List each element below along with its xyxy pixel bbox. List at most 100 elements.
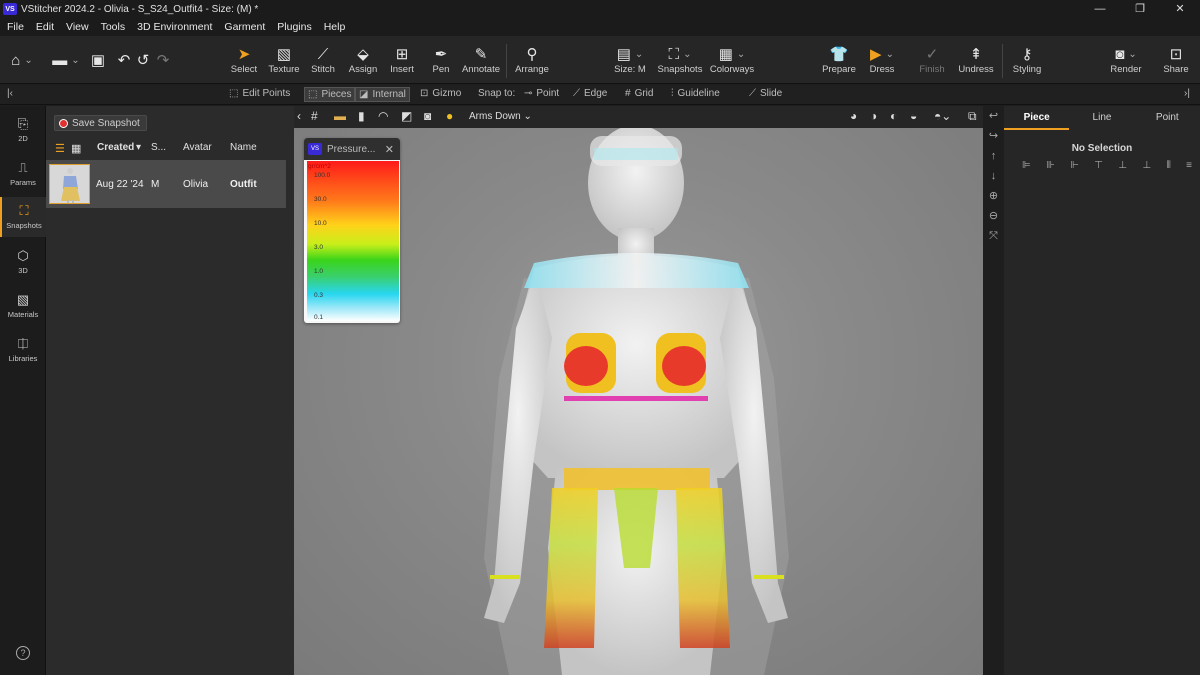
- redo-button[interactable]: ↷: [141, 50, 185, 70]
- tool-annotate[interactable]: ✎ Annotate: [459, 44, 503, 75]
- menu-edit[interactable]: Edit: [30, 21, 60, 33]
- list-view-icon[interactable]: ☰: [55, 142, 65, 155]
- collapse-right-icon[interactable]: ›|: [1184, 88, 1190, 99]
- arrow-down-icon[interactable]: ↓: [983, 166, 1004, 186]
- zoom-out-icon[interactable]: ⊖: [983, 206, 1004, 226]
- redo-view-icon[interactable]: ↪: [983, 126, 1004, 146]
- edit-points-button[interactable]: ⬚ Edit Points: [229, 88, 290, 99]
- close-icon[interactable]: ✕: [1160, 0, 1200, 18]
- assign-icon: ⬙: [357, 46, 369, 63]
- tool-undress[interactable]: ⇞ Undress: [954, 44, 998, 75]
- snap-grid-button[interactable]: # Grid: [625, 88, 653, 99]
- internal-toggle[interactable]: ◪ Internal: [355, 87, 410, 102]
- tab-point[interactable]: Point: [1135, 108, 1200, 130]
- gizmo-button[interactable]: ⊡ Gizmo: [420, 88, 461, 99]
- rail-snapshots[interactable]: ⛶ Snapshots: [0, 197, 46, 237]
- arrow-up-icon[interactable]: ↑: [983, 146, 1004, 166]
- tool-pen[interactable]: ✒ Pen: [419, 44, 463, 75]
- minimize-icon[interactable]: —: [1080, 0, 1120, 18]
- camera-icon[interactable]: ◙: [424, 109, 431, 123]
- col-avatar[interactable]: Avatar: [183, 142, 212, 153]
- rail-params[interactable]: ⎍ Params: [0, 160, 46, 200]
- tool-finish[interactable]: ✓ Finish: [910, 44, 954, 75]
- tool-label: Prepare: [822, 64, 856, 75]
- col-name[interactable]: Name: [230, 142, 257, 153]
- tool-select[interactable]: ➤ Select: [222, 44, 266, 75]
- close-icon[interactable]: ✕: [385, 143, 394, 156]
- view-icon[interactable]: ◩: [401, 109, 412, 123]
- shading-4-icon[interactable]: ◒: [910, 109, 917, 123]
- rail-3d[interactable]: ⬡ 3D: [0, 248, 46, 288]
- menu-garment[interactable]: Garment: [218, 21, 271, 33]
- home-button[interactable]: ⌂: [0, 50, 44, 70]
- tool-stitch[interactable]: ⟋ Stitch: [301, 44, 345, 76]
- undo-view-icon[interactable]: ↩: [983, 106, 1004, 126]
- menu-file[interactable]: File: [0, 21, 30, 33]
- record-icon: [59, 118, 68, 128]
- shading-2-icon[interactable]: ◑: [870, 109, 877, 123]
- menu-tools[interactable]: Tools: [95, 21, 132, 33]
- pose-dropdown[interactable]: Arms Down ⌄: [469, 111, 532, 122]
- snap-point-button[interactable]: ⊸ Point: [524, 88, 559, 99]
- tab-piece[interactable]: Piece: [1004, 108, 1070, 130]
- col-created[interactable]: Created: [97, 142, 134, 153]
- tool-snapshots[interactable]: ⛶Snapshots: [658, 44, 703, 76]
- align-bottom-icon[interactable]: ⊥: [1142, 160, 1151, 171]
- tab-line[interactable]: Line: [1069, 108, 1134, 130]
- snap-guideline-button[interactable]: ⫶ Guideline: [671, 88, 720, 99]
- shading-5-icon[interactable]: ◓⌄: [934, 109, 951, 123]
- rail-libraries[interactable]: ⎅ Libraries: [0, 336, 46, 376]
- rail-2d[interactable]: ⎘ 2D: [0, 116, 46, 156]
- tool-colorways[interactable]: ▦Colorways: [710, 44, 754, 75]
- tool-arrange[interactable]: ⚲ Arrange: [510, 44, 554, 75]
- scale-label: 0.3: [314, 292, 324, 299]
- internal-label: Internal: [372, 89, 406, 100]
- menu-view[interactable]: View: [60, 21, 95, 33]
- align-top-icon[interactable]: ⊤: [1094, 160, 1103, 171]
- chevron-left-icon[interactable]: ‹: [297, 109, 301, 123]
- distribute-v-icon[interactable]: ≡: [1186, 160, 1192, 171]
- snapshots-icon: ⛶: [19, 203, 29, 218]
- save-snapshot-button[interactable]: Save Snapshot: [54, 115, 147, 131]
- align-left-icon[interactable]: ⊫: [1022, 160, 1031, 171]
- collapse-left-icon[interactable]: |‹: [7, 88, 13, 99]
- tool-share[interactable]: ⊡ Share: [1154, 44, 1198, 75]
- tool-texture[interactable]: ▧ Texture: [262, 44, 306, 75]
- popout-icon[interactable]: ⧉: [968, 109, 977, 124]
- tool-dress[interactable]: ▶Dress: [860, 44, 904, 75]
- tool-size[interactable]: ▤Size: M: [608, 44, 652, 75]
- 3d-viewport[interactable]: ‹ # ▬ ▮ ◠ ◩ ◙ ● Arms Down ⌄ ◕ ◑ ◐ ◒ ◓⌄ ⧉: [294, 106, 983, 675]
- fit-view-icon[interactable]: ⤧: [983, 226, 1004, 246]
- gauge-icon[interactable]: ◠: [378, 109, 388, 123]
- slide-button[interactable]: ⟋ Slide: [749, 88, 782, 99]
- align-center-icon[interactable]: ⊪: [1046, 160, 1055, 171]
- restore-icon[interactable]: ❐: [1120, 0, 1160, 18]
- tool-prepare[interactable]: 👕 Prepare: [817, 44, 861, 75]
- distribute-h-icon[interactable]: ⫴: [1167, 160, 1171, 171]
- snapshot-row[interactable]: Aug 22 '24 M Olivia Outfit: [46, 160, 286, 208]
- pressure-legend-window[interactable]: VS Pressure... ✕ gr/cm^2 100.0 30.0 10.0…: [304, 138, 400, 323]
- align-right-icon[interactable]: ⊩: [1070, 160, 1079, 171]
- tool-insert[interactable]: ⊞ Insert: [380, 44, 424, 75]
- floor-icon[interactable]: ▬: [334, 109, 346, 123]
- tool-styling[interactable]: ⚷ Styling: [1005, 44, 1049, 75]
- grid-icon[interactable]: #: [311, 109, 318, 123]
- sort-icon[interactable]: ▾: [136, 142, 141, 153]
- menu-3d-environment[interactable]: 3D Environment: [131, 21, 218, 33]
- zoom-in-icon[interactable]: ⊕: [983, 186, 1004, 206]
- menu-plugins[interactable]: Plugins: [271, 21, 317, 33]
- pieces-toggle[interactable]: ⬚ Pieces: [304, 87, 356, 102]
- shading-1-icon[interactable]: ◕: [850, 109, 857, 123]
- col-s[interactable]: S...: [151, 142, 166, 153]
- tool-assign[interactable]: ⬙ Assign: [341, 44, 385, 75]
- ruler-icon[interactable]: ▮: [358, 109, 365, 123]
- light-bulb-icon[interactable]: ●: [446, 109, 453, 123]
- shading-3-icon[interactable]: ◐: [890, 109, 897, 123]
- rail-materials[interactable]: ▧ Materials: [0, 292, 46, 332]
- snap-edge-button[interactable]: ⟋ Edge: [573, 88, 607, 99]
- help-icon[interactable]: ?: [16, 646, 30, 660]
- menu-help[interactable]: Help: [318, 21, 352, 33]
- grid-view-icon[interactable]: ▦: [71, 142, 81, 155]
- tool-render[interactable]: ◙Render: [1104, 44, 1148, 76]
- align-middle-icon[interactable]: ⊥: [1118, 160, 1127, 171]
